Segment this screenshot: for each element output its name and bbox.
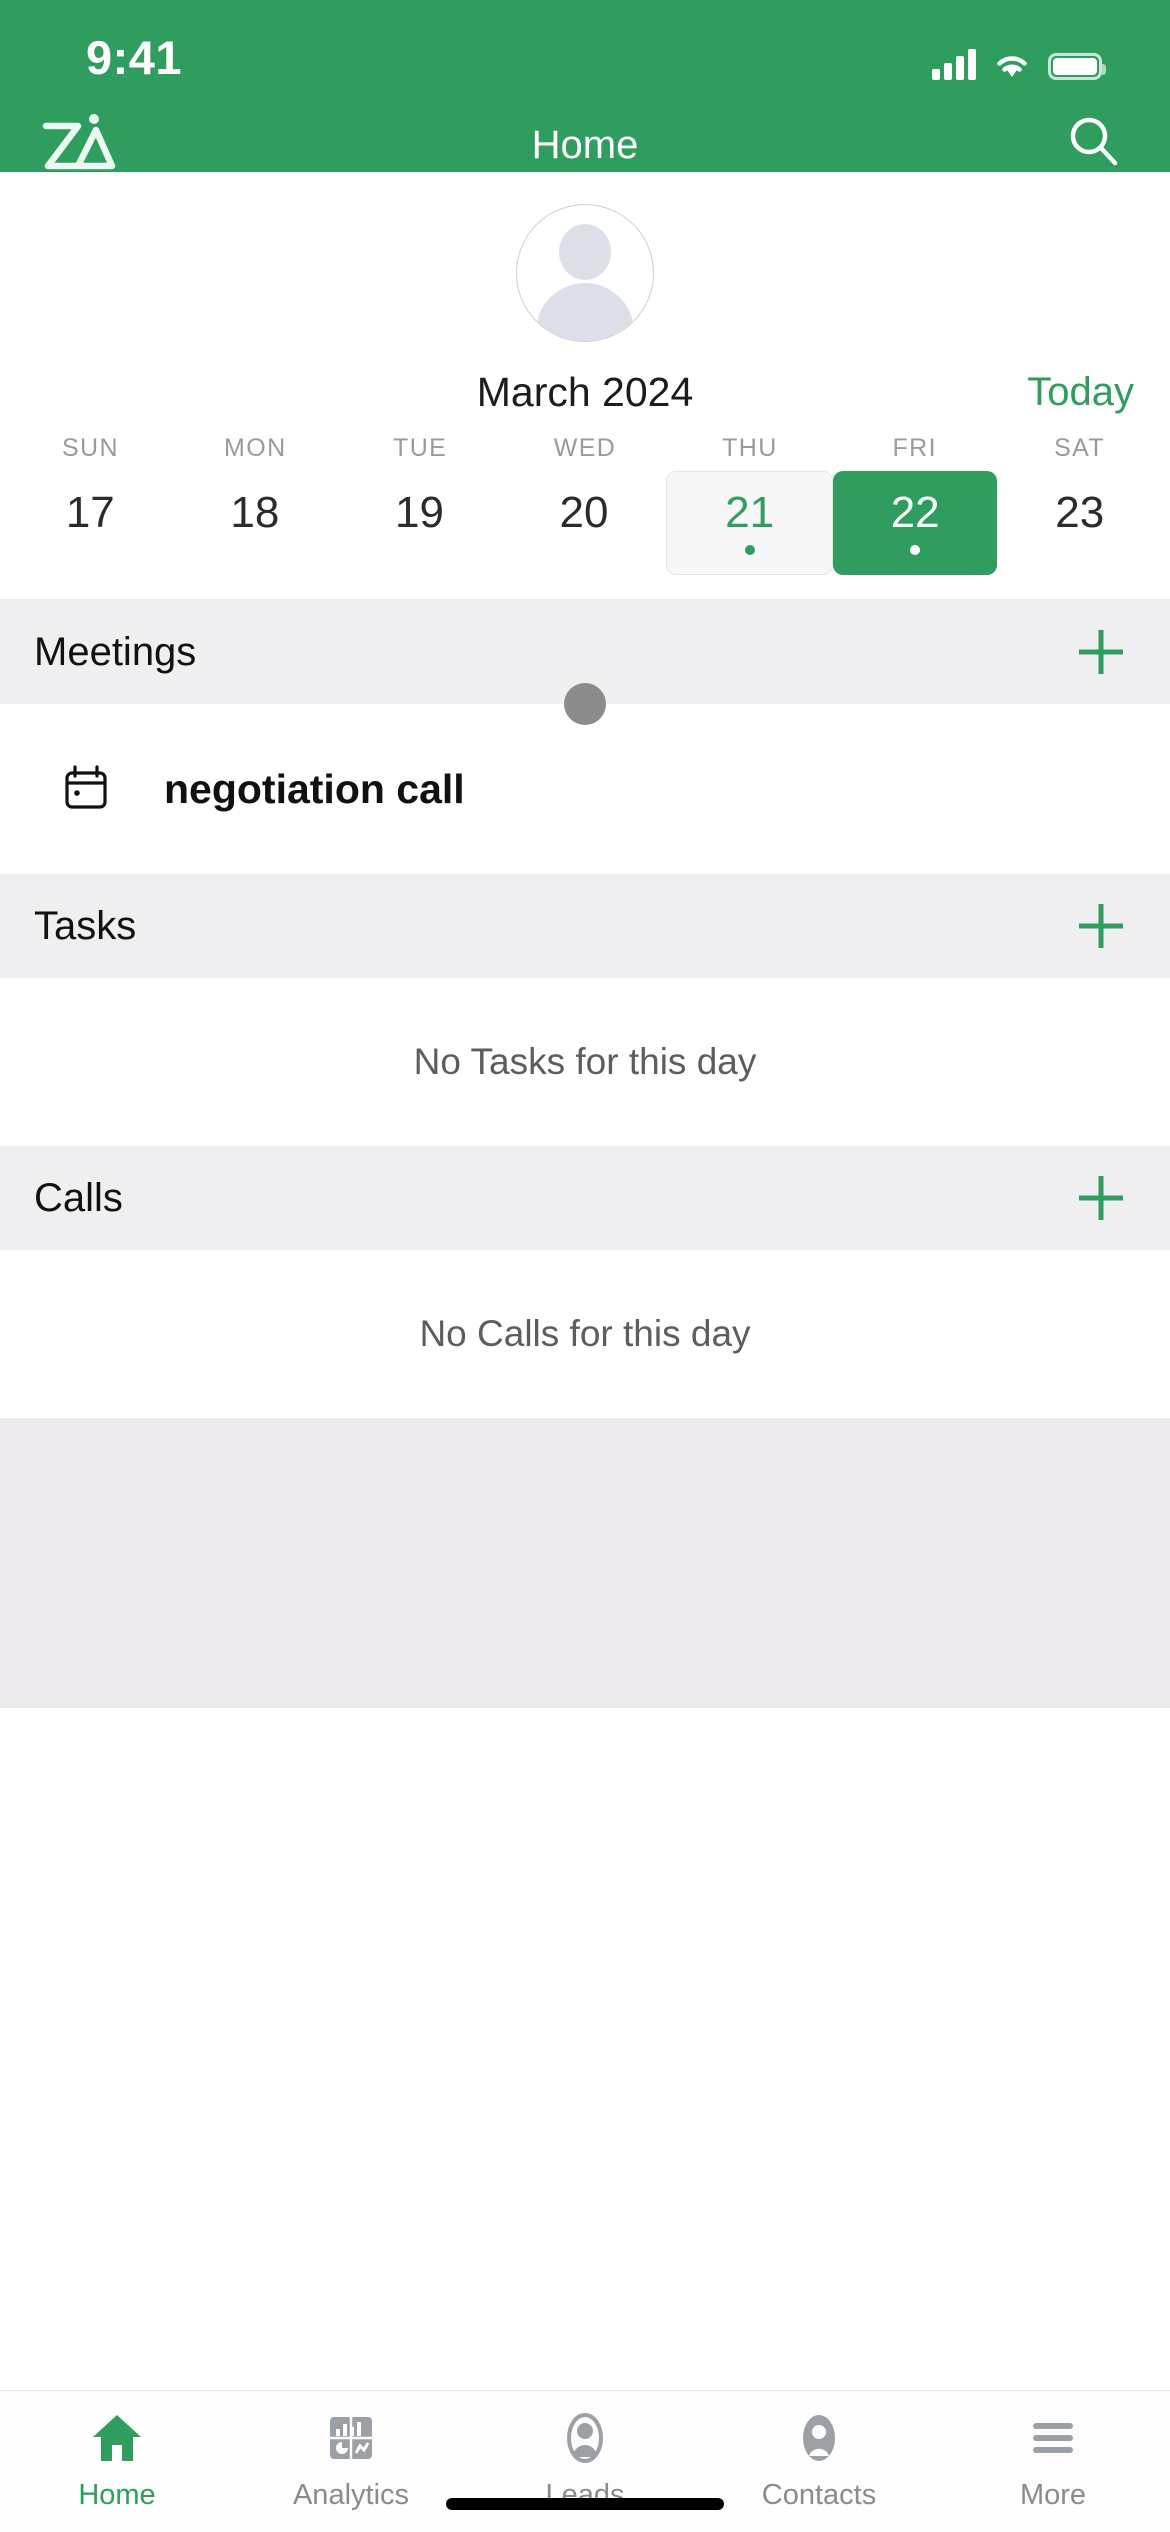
search-icon[interactable] — [1062, 110, 1126, 174]
tab-home[interactable]: Home — [0, 2407, 234, 2512]
tab-more[interactable]: More — [936, 2407, 1170, 2512]
section-calls: Calls No Calls for this day — [0, 1146, 1170, 1418]
section-header-meetings: Meetings — [0, 600, 1170, 725]
status-bar: 9:41 — [0, 0, 1170, 118]
calendar-day-event-dot — [250, 545, 260, 555]
today-button[interactable]: Today — [1027, 370, 1134, 415]
home-icon — [88, 2407, 146, 2469]
calendar-weekday-row: SUN MON TUE WED THU FRI SAT — [0, 434, 1170, 463]
profile-avatar-wrapper — [0, 172, 1170, 342]
calendar-event-icon — [60, 763, 112, 815]
status-bar-indicators — [932, 36, 1106, 80]
zia-logo-icon[interactable] — [32, 104, 124, 184]
section-header-tasks: Tasks — [0, 874, 1170, 978]
main-content: March 2024 Today SUN MON TUE WED THU FRI SAT 1… — [0, 172, 1170, 1708]
default-avatar-icon — [559, 224, 611, 280]
list-item[interactable]: negotiation call — [0, 704, 1170, 874]
calendar-day-17[interactable]: 17 — [8, 471, 173, 575]
calendar-weekday-sun: SUN — [61, 434, 119, 462]
contacts-icon — [790, 2407, 848, 2469]
activity-sections: Meetings negotiation call Tasks No Tasks… — [0, 600, 1170, 1418]
calendar-weekday-fri: FRI — [892, 434, 937, 462]
calendar-weekday-mon: MON — [224, 434, 287, 462]
battery-icon — [1048, 53, 1106, 80]
cellular-signal-icon — [932, 48, 976, 80]
wifi-icon — [993, 50, 1031, 80]
calendar-day-number: 21 — [725, 488, 775, 537]
calendar-day-event-dot — [579, 545, 589, 555]
empty-state: No Tasks for this day — [0, 978, 1170, 1146]
calendar-weekday-tue: TUE — [393, 434, 448, 462]
tab-label: More — [1019, 2479, 1087, 2511]
bottom-tab-bar[interactable]: Home Analytics Leads Contacts More — [0, 2390, 1170, 2532]
section-tasks: Tasks No Tasks for this day — [0, 874, 1170, 1146]
page-title: Home — [531, 122, 639, 167]
calendar-month-row: March 2024 Today — [0, 350, 1170, 434]
section-title: Calls — [34, 1175, 123, 1220]
empty-state-text: No Tasks for this day — [413, 1041, 757, 1082]
tab-label: Home — [78, 2479, 156, 2511]
calendar-day-event-dot — [910, 545, 921, 555]
empty-state: No Calls for this day — [0, 1250, 1170, 1418]
calendar-day-21[interactable]: 21 — [666, 471, 833, 575]
hamburger-menu-icon — [1024, 2407, 1082, 2469]
tab-label: Analytics — [292, 2479, 410, 2511]
section-drag-handle[interactable] — [564, 683, 606, 725]
calendar-day-23[interactable]: 23 — [997, 471, 1162, 575]
calendar-day-event-dot — [414, 545, 424, 555]
add-meetings-button[interactable] — [1072, 623, 1130, 681]
add-tasks-button[interactable] — [1072, 897, 1130, 955]
calendar-day-number: 19 — [394, 488, 444, 537]
home-indicator — [446, 2498, 724, 2510]
status-bar-time: 9:41 — [86, 31, 183, 84]
tab-label: Contacts — [761, 2479, 877, 2511]
leads-icon — [556, 2407, 614, 2469]
calendar-day-event-dot — [1075, 545, 1085, 555]
calendar-day-number: 18 — [230, 488, 280, 537]
calendar-weekday-sat: SAT — [1054, 434, 1106, 462]
calendar-day-19[interactable]: 19 — [337, 471, 502, 575]
content-filler — [0, 1418, 1170, 1708]
calendar-day-number: 22 — [890, 488, 940, 537]
list-item-label: negotiation call — [164, 765, 465, 812]
calendar-day-event-dot — [744, 545, 755, 555]
tab-leads[interactable]: Leads — [468, 2407, 702, 2512]
calendar-month-label: March 2024 — [476, 368, 694, 415]
calendar-day-22[interactable]: 22 — [832, 471, 998, 575]
section-header-calls: Calls — [0, 1146, 1170, 1250]
tab-contacts[interactable]: Contacts — [702, 2407, 936, 2512]
calendar-weekday-thu: THU — [722, 434, 778, 462]
calendar-day-number: 17 — [65, 488, 115, 537]
avatar[interactable] — [516, 204, 654, 342]
calendar-day-number: 23 — [1055, 488, 1105, 537]
calendar-day-event-dot — [85, 545, 95, 555]
analytics-icon — [322, 2407, 380, 2469]
calendar-day-20[interactable]: 20 — [502, 471, 667, 575]
section-title: Meetings — [34, 629, 197, 674]
section-title: Tasks — [34, 903, 137, 948]
section-meetings: Meetings negotiation call — [0, 600, 1170, 874]
empty-state-text: No Calls for this day — [419, 1313, 751, 1354]
calendar-day-number: 20 — [559, 488, 609, 537]
calendar-weekday-wed: WED — [553, 434, 617, 462]
app-header: Home — [0, 114, 1170, 172]
add-calls-button[interactable] — [1072, 1169, 1130, 1227]
calendar-date-strip[interactable]: 17 18 19 20 21 22 23 — [0, 463, 1170, 575]
calendar-day-18[interactable]: 18 — [173, 471, 338, 575]
tab-analytics[interactable]: Analytics — [234, 2407, 468, 2512]
